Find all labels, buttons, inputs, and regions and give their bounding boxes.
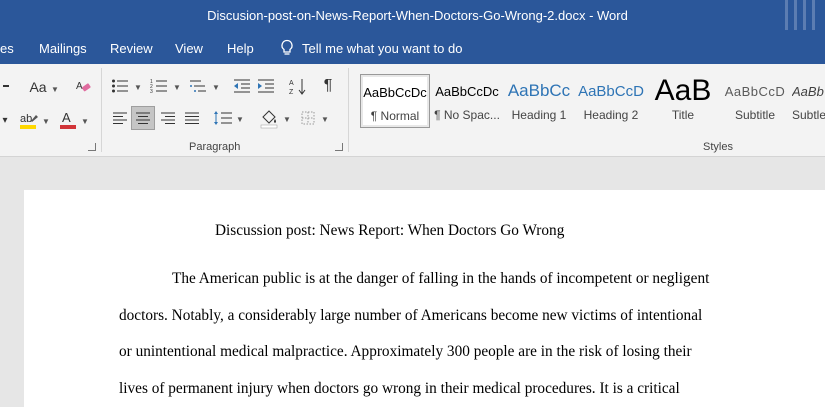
style-heading-2[interactable]: AaBbCcD Heading 2 — [576, 74, 646, 128]
show-marks-glyph: ¶ — [323, 77, 333, 94]
align-center-icon[interactable] — [131, 106, 155, 130]
ribbon: Aa ▼ A ▾ ab ▼ A ▼ ▼ 123 ▼ ▼ AZ ¶ ▼ ▼ ▼ P… — [0, 64, 825, 157]
body-line[interactable]: doctors. Notably, a considerably large n… — [119, 307, 702, 325]
tab-references[interactable]: es — [0, 41, 14, 56]
chevron-down-icon[interactable]: ▼ — [173, 83, 181, 92]
italic-icon[interactable]: ▾ — [0, 112, 10, 128]
clear-formatting-icon[interactable]: A — [74, 77, 92, 95]
ribbon-tab-bar: es Mailings Review View Help Tell me wha… — [0, 33, 825, 64]
numbering-icon[interactable]: 123 — [149, 76, 169, 96]
style-heading-1-name: Heading 1 — [511, 108, 567, 122]
svg-text:A: A — [76, 81, 83, 92]
style-subtle-name: Subtle — [792, 108, 825, 122]
chevron-down-icon[interactable]: ▼ — [283, 115, 291, 124]
borders-icon[interactable] — [298, 108, 318, 128]
chevron-down-icon[interactable]: ▼ — [134, 83, 142, 92]
chevron-down-icon[interactable]: ▼ — [236, 115, 244, 124]
align-right-icon[interactable] — [158, 108, 178, 128]
style-no-spacing-name: ¶ No Spac... — [434, 108, 500, 122]
line-spacing-icon[interactable] — [212, 108, 234, 128]
style-heading-1[interactable]: AaBbCc Heading 1 — [504, 74, 574, 128]
chevron-down-icon[interactable]: ▼ — [42, 117, 50, 126]
styles-group-label: Styles — [703, 141, 733, 153]
style-title-name: Title — [671, 108, 695, 122]
body-line[interactable]: The American public is at the danger of … — [172, 270, 709, 288]
style-normal-name: ¶ Normal — [370, 109, 420, 123]
chevron-down-icon[interactable]: ▼ — [51, 85, 59, 94]
style-subtitle-name: Subtitle — [734, 108, 776, 122]
group-separator — [348, 68, 349, 152]
svg-text:A: A — [62, 110, 71, 125]
tab-view[interactable]: View — [175, 41, 203, 56]
change-case-button[interactable]: Aa — [28, 78, 48, 96]
chevron-down-icon[interactable]: ▼ — [321, 115, 329, 124]
paragraph-dialog-launcher[interactable] — [335, 143, 343, 151]
style-normal[interactable]: AaBbCcDc ¶ Normal — [360, 74, 430, 128]
style-heading-2-name: Heading 2 — [583, 108, 639, 122]
grow-font-icon[interactable] — [0, 78, 12, 94]
body-line[interactable]: lives of permanent injury when doctors g… — [119, 380, 680, 398]
svg-text:Z: Z — [289, 89, 294, 95]
align-left-icon[interactable] — [110, 108, 130, 128]
body-line[interactable]: or unintentional medical malpractice. Ap… — [119, 343, 692, 361]
style-normal-preview: AaBbCcDc — [363, 84, 427, 100]
chevron-down-icon[interactable]: ▼ — [212, 83, 220, 92]
tell-me-label: Tell me what you want to do — [302, 40, 463, 56]
style-title[interactable]: AaB Title — [648, 74, 718, 128]
window-title: Discusion-post-on-News-Report-When-Docto… — [207, 8, 628, 23]
decrease-indent-icon[interactable] — [232, 76, 252, 96]
style-heading-2-preview: AaBbCcD — [578, 82, 644, 100]
style-title-preview: AaB — [654, 74, 712, 107]
svg-text:ab: ab — [20, 113, 32, 125]
multilevel-list-icon[interactable] — [188, 76, 208, 96]
title-bar-decoration — [779, 0, 815, 30]
document-page[interactable]: Discussion post: News Report: When Docto… — [24, 190, 825, 407]
style-no-spacing[interactable]: AaBbCcDc ¶ No Spac... — [432, 74, 502, 128]
lightbulb-icon — [280, 39, 294, 57]
highlight-color-icon[interactable]: ab — [18, 109, 40, 131]
svg-text:3: 3 — [150, 89, 153, 94]
paragraph-group-label: Paragraph — [189, 141, 241, 153]
tab-help[interactable]: Help — [227, 41, 254, 56]
style-subtitle[interactable]: AaBbCcD Subtitle — [720, 74, 790, 128]
font-color-icon[interactable]: A — [58, 109, 78, 131]
style-subtle-preview: AaBb — [792, 83, 824, 99]
title-bar: Discusion-post-on-News-Report-When-Docto… — [0, 0, 825, 33]
change-case-label: Aa — [29, 79, 47, 95]
increase-indent-icon[interactable] — [256, 76, 276, 96]
font-dialog-launcher[interactable] — [88, 143, 96, 151]
group-separator — [101, 68, 102, 152]
sort-icon[interactable]: AZ — [288, 76, 308, 96]
style-heading-1-preview: AaBbCc — [507, 81, 571, 100]
style-subtitle-preview: AaBbCcD — [724, 83, 786, 99]
document-title[interactable]: Discussion post: News Report: When Docto… — [215, 222, 564, 240]
chevron-down-icon[interactable]: ▼ — [81, 117, 89, 126]
tab-review[interactable]: Review — [110, 41, 153, 56]
show-formatting-marks-icon[interactable]: ¶ — [318, 76, 338, 96]
bullets-icon[interactable] — [110, 76, 130, 96]
style-no-spacing-preview: AaBbCcDc — [435, 83, 499, 99]
shading-icon[interactable] — [258, 108, 280, 130]
justify-icon[interactable] — [182, 108, 202, 128]
svg-text:A: A — [289, 80, 294, 87]
tab-mailings[interactable]: Mailings — [39, 41, 87, 56]
tell-me-search[interactable]: Tell me what you want to do — [280, 39, 462, 57]
style-subtle-emphasis[interactable]: AaBb Subtle — [792, 74, 825, 128]
